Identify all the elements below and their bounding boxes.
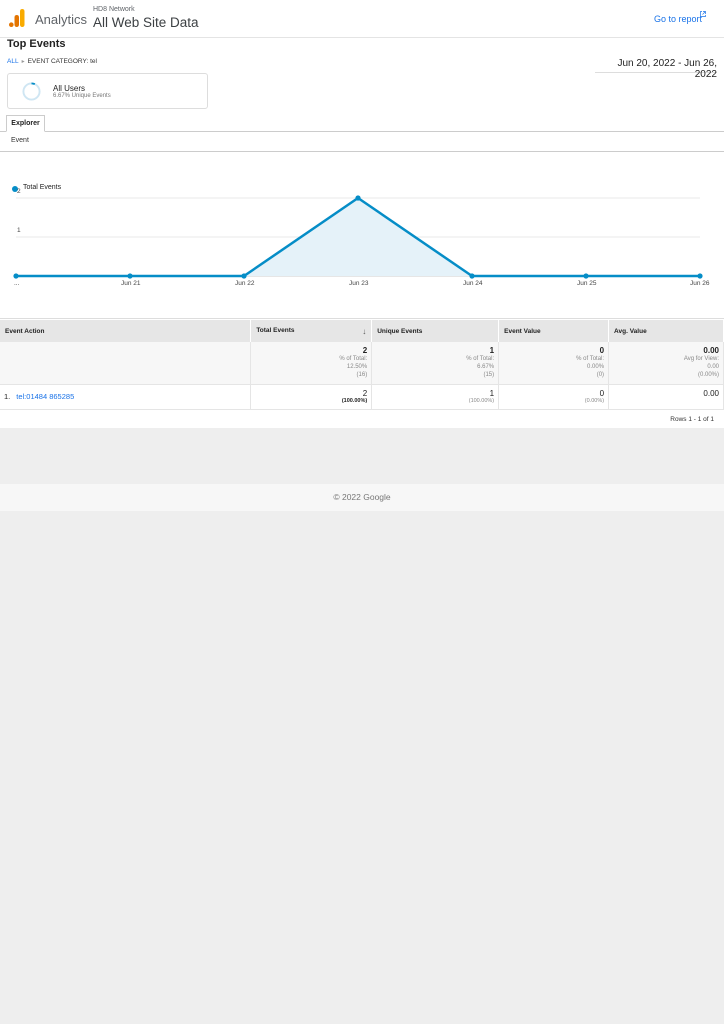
external-link-icon[interactable] [700,11,706,17]
x-tick-label: Jun 21 [121,280,141,287]
row-avg-value: 0.00 [608,384,724,410]
col-header-event-action[interactable]: Event Action [0,320,252,342]
x-tick-label: ... [14,280,20,287]
report-table: Event Action Total Events ↓ Unique Events… [0,320,724,410]
row-total-events: 2 (100.00%) [250,384,373,410]
report-page: Analytics HD8 Network All Web Site Data … [0,0,724,1024]
account-name[interactable]: HD8 Network [93,6,135,13]
property-name[interactable]: All Web Site Data [93,15,199,30]
data-point-2 [241,273,247,279]
x-tick-label: Jun 25 [577,280,597,287]
summary-unique-events: 1 % of Total: 6.67% (15) [371,342,500,385]
summary-total-events: 2 % of Total: 12.50% (16) [250,342,373,385]
breadcrumb-all-link[interactable]: ALL [7,58,19,65]
data-point-0 [13,273,19,279]
footer-copyright: © 2022 Google [333,492,391,502]
breadcrumb: ALL ▸ EVENT CATEGORY: tel [7,58,97,65]
data-point-6 [697,273,703,279]
pagination-info: Rows 1 - 1 of 1 [670,416,714,423]
col-header-total-events[interactable]: Total Events ↓ [250,320,373,342]
x-tick-label: Jun 24 [463,280,483,287]
analytics-logo-icon[interactable] [9,9,25,27]
go-to-report-link[interactable]: Go to report [654,14,702,24]
tab-explorer[interactable]: Explorer [6,115,45,132]
x-tick-label: Jun 26 [690,280,710,287]
data-point-5 [583,273,589,279]
col-header-event-value[interactable]: Event Value [498,320,610,342]
x-tick-label: Jun 22 [235,280,255,287]
summary-event-value: 0 % of Total: 0.00% (0) [498,342,610,385]
brand-name: Analytics [35,12,88,27]
data-point-4 [469,273,475,279]
date-range-selector[interactable]: Jun 20, 2022 - Jun 26, 2022 [595,56,717,80]
summary-row: 2 % of Total: 12.50% (16) 1 % of Total: … [0,342,724,385]
data-point-1 [127,273,133,279]
y-tick-label: 1 [17,227,21,234]
subtab-event[interactable]: Event [11,137,29,144]
table-header-row: Event Action Total Events ↓ Unique Events… [0,320,724,342]
breadcrumb-separator-icon: ▸ [21,59,25,65]
x-tick-label: Jun 23 [349,280,369,287]
breadcrumb-current: EVENT CATEGORY: tel [27,58,97,65]
summary-cell-empty [0,342,252,385]
table-row: 1. tel:01484 865285 2 (100.00%) 1 (100.00… [0,384,724,410]
chart-canvas[interactable]: 1 2... Jun 21 Jun 22 Jun 23 Jun 24 Jun 25 Jun 2… [0,152,724,320]
segment-ring-icon [22,82,41,101]
row-unique-events: 1 (100.00%) [371,384,500,410]
tab-bar-divider [0,131,724,132]
segment-name: All Users [53,84,86,93]
row-event-action: 1. tel:01484 865285 [0,384,252,410]
col-header-avg-value[interactable]: Avg. Value [608,320,724,342]
y-tick-label: 2 [17,188,21,195]
sort-descending-icon[interactable]: ↓ [362,327,366,336]
segment-card-all-users[interactable]: All Users 6.67% Unique Events [7,73,208,109]
page-title: Top Events [7,38,66,50]
col-header-unique-events[interactable]: Unique Events [371,320,500,342]
line-chart: Total Events 1 2... Jun 21 Jun 22 Jun 23 Jun … [0,151,724,319]
row-event-value: 0 (0.00%) [498,384,610,410]
data-point-3 [355,195,361,201]
segment-subtitle: 6.67% Unique Events [53,93,111,99]
summary-avg-value: 0.00 Avg for View: 0.00 (0.00%) [608,342,724,385]
event-action-link[interactable]: tel:01484 865285 [16,392,74,401]
app-header: Analytics HD8 Network All Web Site Data … [0,0,724,38]
